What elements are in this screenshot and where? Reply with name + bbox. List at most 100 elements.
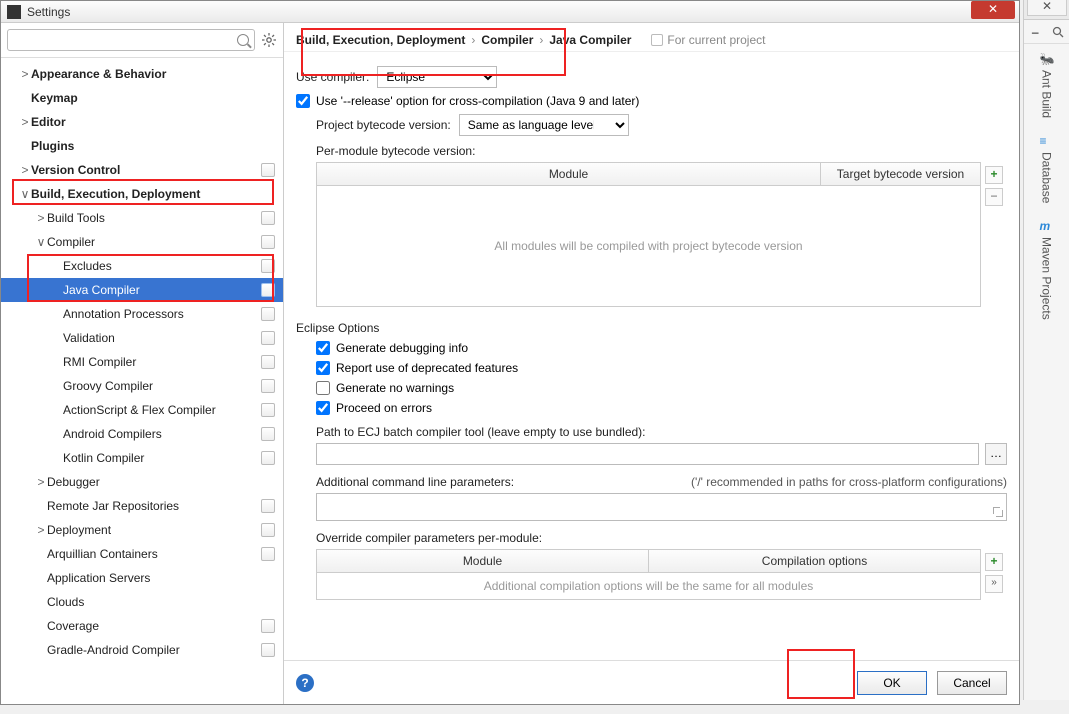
project-scope-icon: [261, 355, 275, 369]
per-module-table: Module Target bytecode version All modul…: [316, 162, 981, 307]
crumb-seg-1[interactable]: Build, Execution, Deployment: [296, 33, 465, 47]
ecj-path-input[interactable]: [316, 443, 979, 465]
database-icon: ≡: [1040, 134, 1054, 148]
tree-item-label: Kotlin Compiler: [63, 451, 257, 465]
tree-item-label: Arquillian Containers: [47, 547, 257, 561]
tree-item-keymap[interactable]: Keymap: [1, 86, 283, 110]
search-icon: [237, 34, 249, 46]
browse-button[interactable]: …: [985, 443, 1007, 465]
tree-item-appearance-behavior[interactable]: >Appearance & Behavior: [1, 62, 283, 86]
tree-item-rmi-compiler[interactable]: RMI Compiler: [1, 350, 283, 374]
proceed-errors-checkbox[interactable]: Proceed on errors: [316, 401, 1007, 415]
gen-nowarn-checkbox[interactable]: Generate no warnings: [316, 381, 1007, 395]
close-button[interactable]: ✕: [971, 1, 1015, 19]
tree-item-build-tools[interactable]: >Build Tools: [1, 206, 283, 230]
tree-item-annotation-processors[interactable]: Annotation Processors: [1, 302, 283, 326]
remove-row-button[interactable]: −: [985, 188, 1003, 206]
chevron-icon: >: [19, 115, 31, 129]
addl-params-input[interactable]: [316, 493, 1007, 521]
crumb-seg-3: Java Compiler: [549, 33, 631, 47]
ok-button[interactable]: OK: [857, 671, 927, 695]
tree-item-build-execution-deployment[interactable]: ∨Build, Execution, Deployment: [1, 182, 283, 206]
tree-item-editor[interactable]: >Editor: [1, 110, 283, 134]
project-scope-icon: [261, 403, 275, 417]
main-panel: Build, Execution, Deployment › Compiler …: [284, 23, 1019, 704]
help-button[interactable]: ?: [296, 674, 314, 692]
tree-item-coverage[interactable]: Coverage: [1, 614, 283, 638]
expand-override-button[interactable]: »: [985, 575, 1003, 593]
search-input[interactable]: [7, 29, 255, 51]
expand-icon[interactable]: [993, 507, 1003, 517]
gen-debug-checkbox[interactable]: Generate debugging info: [316, 341, 1007, 355]
chevron-right-icon: ›: [471, 33, 475, 47]
tree-item-label: Android Compilers: [63, 427, 257, 441]
use-compiler-select[interactable]: Eclipse: [377, 66, 497, 88]
gear-icon[interactable]: [261, 32, 277, 48]
tree-item-arquillian-containers[interactable]: Arquillian Containers: [1, 542, 283, 566]
ide-overflow-icon[interactable]: ✕: [1027, 0, 1067, 16]
tree-item-compiler[interactable]: ∨Compiler: [1, 230, 283, 254]
tree-item-kotlin-compiler[interactable]: Kotlin Compiler: [1, 446, 283, 470]
tree-item-label: Deployment: [47, 523, 257, 537]
tool-maven[interactable]: m Maven Projects: [1024, 211, 1069, 328]
tree-item-android-compilers[interactable]: Android Compilers: [1, 422, 283, 446]
tool-database[interactable]: ≡ Database: [1024, 126, 1069, 211]
chevron-icon: ∨: [35, 235, 47, 249]
search-icon[interactable]: [1047, 20, 1069, 43]
tree-item-gradle-android-compiler[interactable]: Gradle-Android Compiler: [1, 638, 283, 662]
override-table: Module Compilation options Additional co…: [316, 549, 981, 600]
tree-item-deployment[interactable]: >Deployment: [1, 518, 283, 542]
tree-item-label: Build, Execution, Deployment: [31, 187, 275, 201]
tree-item-label: Keymap: [31, 91, 275, 105]
chevron-icon: >: [35, 211, 47, 225]
tree-item-groovy-compiler[interactable]: Groovy Compiler: [1, 374, 283, 398]
settings-tree: >Appearance & BehaviorKeymap>EditorPlugi…: [1, 58, 283, 704]
tree-item-version-control[interactable]: >Version Control: [1, 158, 283, 182]
tree-item-label: Annotation Processors: [63, 307, 257, 321]
collapse-icon[interactable]: –: [1024, 20, 1047, 43]
tree-item-label: Appearance & Behavior: [31, 67, 275, 81]
tree-item-excludes[interactable]: Excludes: [1, 254, 283, 278]
tree-item-plugins[interactable]: Plugins: [1, 134, 283, 158]
tree-item-label: Excludes: [63, 259, 257, 273]
tree-item-label: Application Servers: [47, 571, 275, 585]
table-empty-text: All modules will be compiled with projec…: [317, 186, 980, 306]
tree-item-label: Gradle-Android Compiler: [47, 643, 257, 657]
tree-item-label: Remote Jar Repositories: [47, 499, 257, 513]
tree-item-label: ActionScript & Flex Compiler: [63, 403, 257, 417]
chevron-right-icon: ›: [539, 33, 543, 47]
tree-item-remote-jar-repositories[interactable]: Remote Jar Repositories: [1, 494, 283, 518]
project-scope-icon: [261, 643, 275, 657]
tree-item-actionscript-flex-compiler[interactable]: ActionScript & Flex Compiler: [1, 398, 283, 422]
tree-item-clouds[interactable]: Clouds: [1, 590, 283, 614]
add-override-button[interactable]: +: [985, 553, 1003, 571]
tree-item-validation[interactable]: Validation: [1, 326, 283, 350]
tree-item-label: Java Compiler: [63, 283, 257, 297]
tree-item-debugger[interactable]: >Debugger: [1, 470, 283, 494]
chevron-icon: >: [19, 163, 31, 177]
bytecode-version-label: Project bytecode version:: [316, 118, 451, 132]
use-compiler-label: Use compiler:: [296, 70, 369, 84]
ide-right-toolbar: – 🐜 Ant Build ≡ Database m Maven Project…: [1023, 20, 1069, 700]
project-scope-icon: [261, 307, 275, 321]
addl-params-label: Additional command line parameters:: [316, 475, 514, 489]
tree-item-label: Build Tools: [47, 211, 257, 225]
tool-ant-build[interactable]: 🐜 Ant Build: [1024, 44, 1069, 126]
override-label: Override compiler parameters per-module:: [316, 531, 1007, 545]
tree-item-java-compiler[interactable]: Java Compiler: [1, 278, 283, 302]
bytecode-version-select[interactable]: Same as language level: [459, 114, 629, 136]
report-deprecated-checkbox[interactable]: Report use of deprecated features: [316, 361, 1007, 375]
tree-item-label: RMI Compiler: [63, 355, 257, 369]
add-row-button[interactable]: +: [985, 166, 1003, 184]
project-scope-icon: [261, 523, 275, 537]
app-icon: [7, 5, 21, 19]
crumb-seg-2[interactable]: Compiler: [481, 33, 533, 47]
release-option-checkbox[interactable]: Use '--release' option for cross-compila…: [296, 94, 1007, 108]
cancel-button[interactable]: Cancel: [937, 671, 1007, 695]
titlebar: Settings ✕: [1, 1, 1019, 23]
window-title: Settings: [27, 5, 1013, 19]
tree-item-application-servers[interactable]: Application Servers: [1, 566, 283, 590]
tree-item-label: Compiler: [47, 235, 257, 249]
project-scope-icon: [261, 211, 275, 225]
ant-icon: 🐜: [1040, 52, 1054, 66]
